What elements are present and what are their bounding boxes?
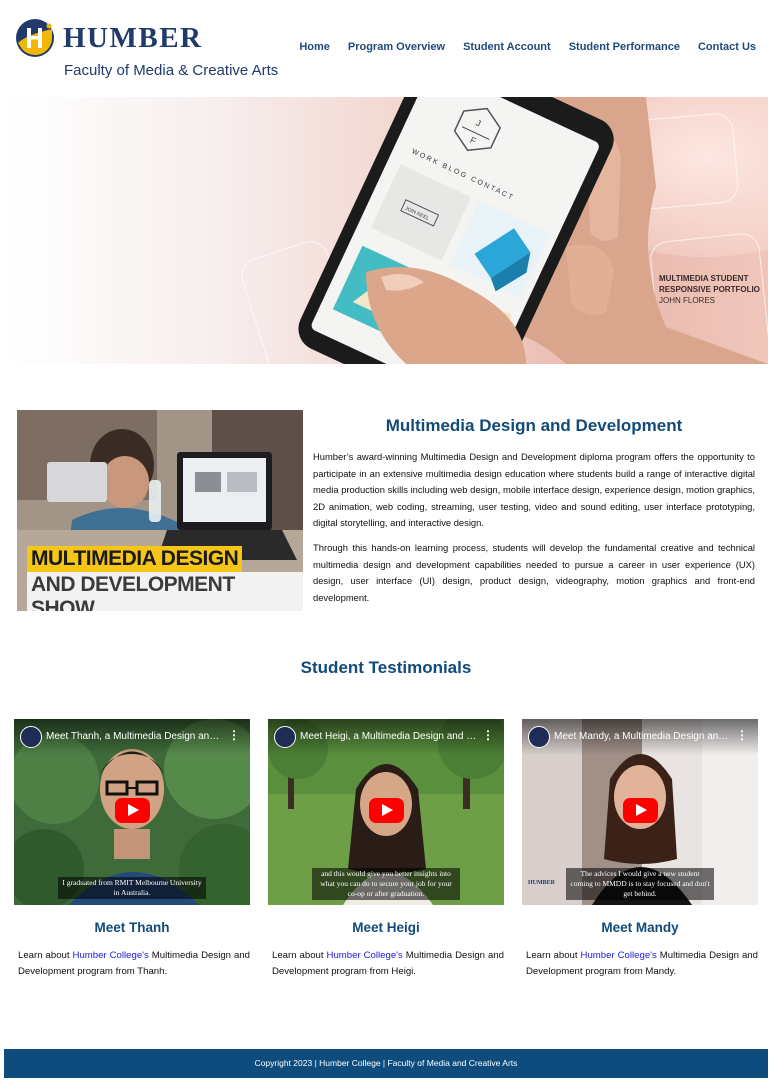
site-footer: Copyright 2023 | Humber College | Facult… (4, 1049, 768, 1078)
program-description-1: Humber’s award-winning Multimedia Design… (313, 451, 755, 528)
hero-caption-line3: JOHN FLORES (659, 296, 716, 305)
testimonial-text: Learn about Humber College's Multimedia … (14, 948, 250, 980)
testimonial-name: Meet Heigi (352, 920, 420, 935)
play-button-icon[interactable] (623, 798, 658, 823)
video-subtitle: The advices I would give a new student c… (566, 868, 714, 900)
testimonial-name: Meet Mandy (601, 920, 679, 935)
video-subtitle: and this would give you better insights … (312, 868, 460, 900)
testimonial-card-mandy: Meet Mandy, a Multimedia Design and D...… (522, 719, 758, 980)
channel-logo-icon[interactable] (274, 726, 296, 748)
hero-caption: MULTIMEDIA STUDENT RESPONSIVE PORTFOLIO … (659, 273, 760, 306)
video-heigi[interactable]: Meet Heigi, a Multimedia Design and De..… (268, 719, 504, 905)
nav-contact-us[interactable]: Contact Us (698, 41, 756, 53)
video-title[interactable]: Meet Thanh, a Multimedia Design and D... (46, 731, 224, 742)
channel-logo-icon[interactable] (20, 726, 42, 748)
nav-student-account[interactable]: Student Account (463, 41, 551, 53)
video-title[interactable]: Meet Mandy, a Multimedia Design and D... (554, 731, 732, 742)
testimonial-name: Meet Thanh (94, 920, 170, 935)
video-subtitle: I graduated from RMIT Melbourne Universi… (58, 877, 206, 899)
show-banner-line2: AND DEVELOPMENT SHOW (27, 572, 303, 611)
show-banner-line1: MULTIMEDIA DESIGN (27, 546, 243, 572)
play-button-icon[interactable] (369, 798, 404, 823)
video-more-icon[interactable]: ⋮ (228, 728, 240, 742)
testimonial-text-before: Learn about (526, 950, 581, 961)
video-more-icon[interactable]: ⋮ (736, 728, 748, 742)
video-mandy[interactable]: Meet Mandy, a Multimedia Design and D...… (522, 719, 758, 905)
video-more-icon[interactable]: ⋮ (482, 728, 494, 742)
logo-faculty-name: Faculty of Media & Creative Arts (64, 62, 279, 79)
video-watermark: HUMBER (528, 880, 555, 886)
site-header: HUMBER Faculty of Media & Creative Arts … (0, 0, 772, 95)
logo-wordmark[interactable]: HUMBER (63, 22, 203, 55)
humber-college-link[interactable]: Humber College's (581, 950, 657, 961)
program-title: Multimedia Design and Development (385, 416, 683, 435)
humber-college-link[interactable]: Humber College's (73, 950, 149, 961)
video-title[interactable]: Meet Heigi, a Multimedia Design and De..… (300, 731, 478, 742)
hero-banner: J F WORK BLOG CONTACT JOIN REEL MULTIMED… (6, 97, 768, 364)
nav-home[interactable]: Home (299, 41, 330, 53)
humber-college-link[interactable]: Humber College's (327, 950, 403, 961)
testimonial-card-thanh: Meet Thanh, a Multimedia Design and D...… (14, 719, 250, 980)
hero-phone-illustration: J F WORK BLOG CONTACT JOIN REEL (298, 97, 768, 364)
hero-caption-line2: RESPONSIVE PORTFOLIO (659, 285, 760, 294)
testimonial-card-heigi: Meet Heigi, a Multimedia Design and De..… (268, 719, 504, 980)
nav-program-overview[interactable]: Program Overview (348, 41, 445, 53)
testimonial-text: Learn about Humber College's Multimedia … (522, 948, 758, 980)
testimonial-text: Learn about Humber College's Multimedia … (268, 948, 504, 980)
program-description-2: Through this hands-on learning process, … (313, 542, 755, 603)
multimedia-show-image: MULTIMEDIA DESIGN AND DEVELOPMENT SHOW (17, 410, 303, 611)
channel-logo-icon[interactable] (528, 726, 550, 748)
video-thanh[interactable]: Meet Thanh, a Multimedia Design and D...… (14, 719, 250, 905)
testimonial-text-before: Learn about (272, 950, 327, 961)
nav-student-performance[interactable]: Student Performance (569, 41, 680, 53)
play-button-icon[interactable] (115, 798, 150, 823)
humber-logo-icon[interactable] (16, 19, 54, 57)
main-nav: Home Program Overview Student Account St… (299, 41, 756, 53)
testimonials-heading: Student Testimonials (300, 658, 472, 677)
testimonial-text-before: Learn about (18, 950, 73, 961)
hero-caption-line1: MULTIMEDIA STUDENT (659, 274, 749, 283)
